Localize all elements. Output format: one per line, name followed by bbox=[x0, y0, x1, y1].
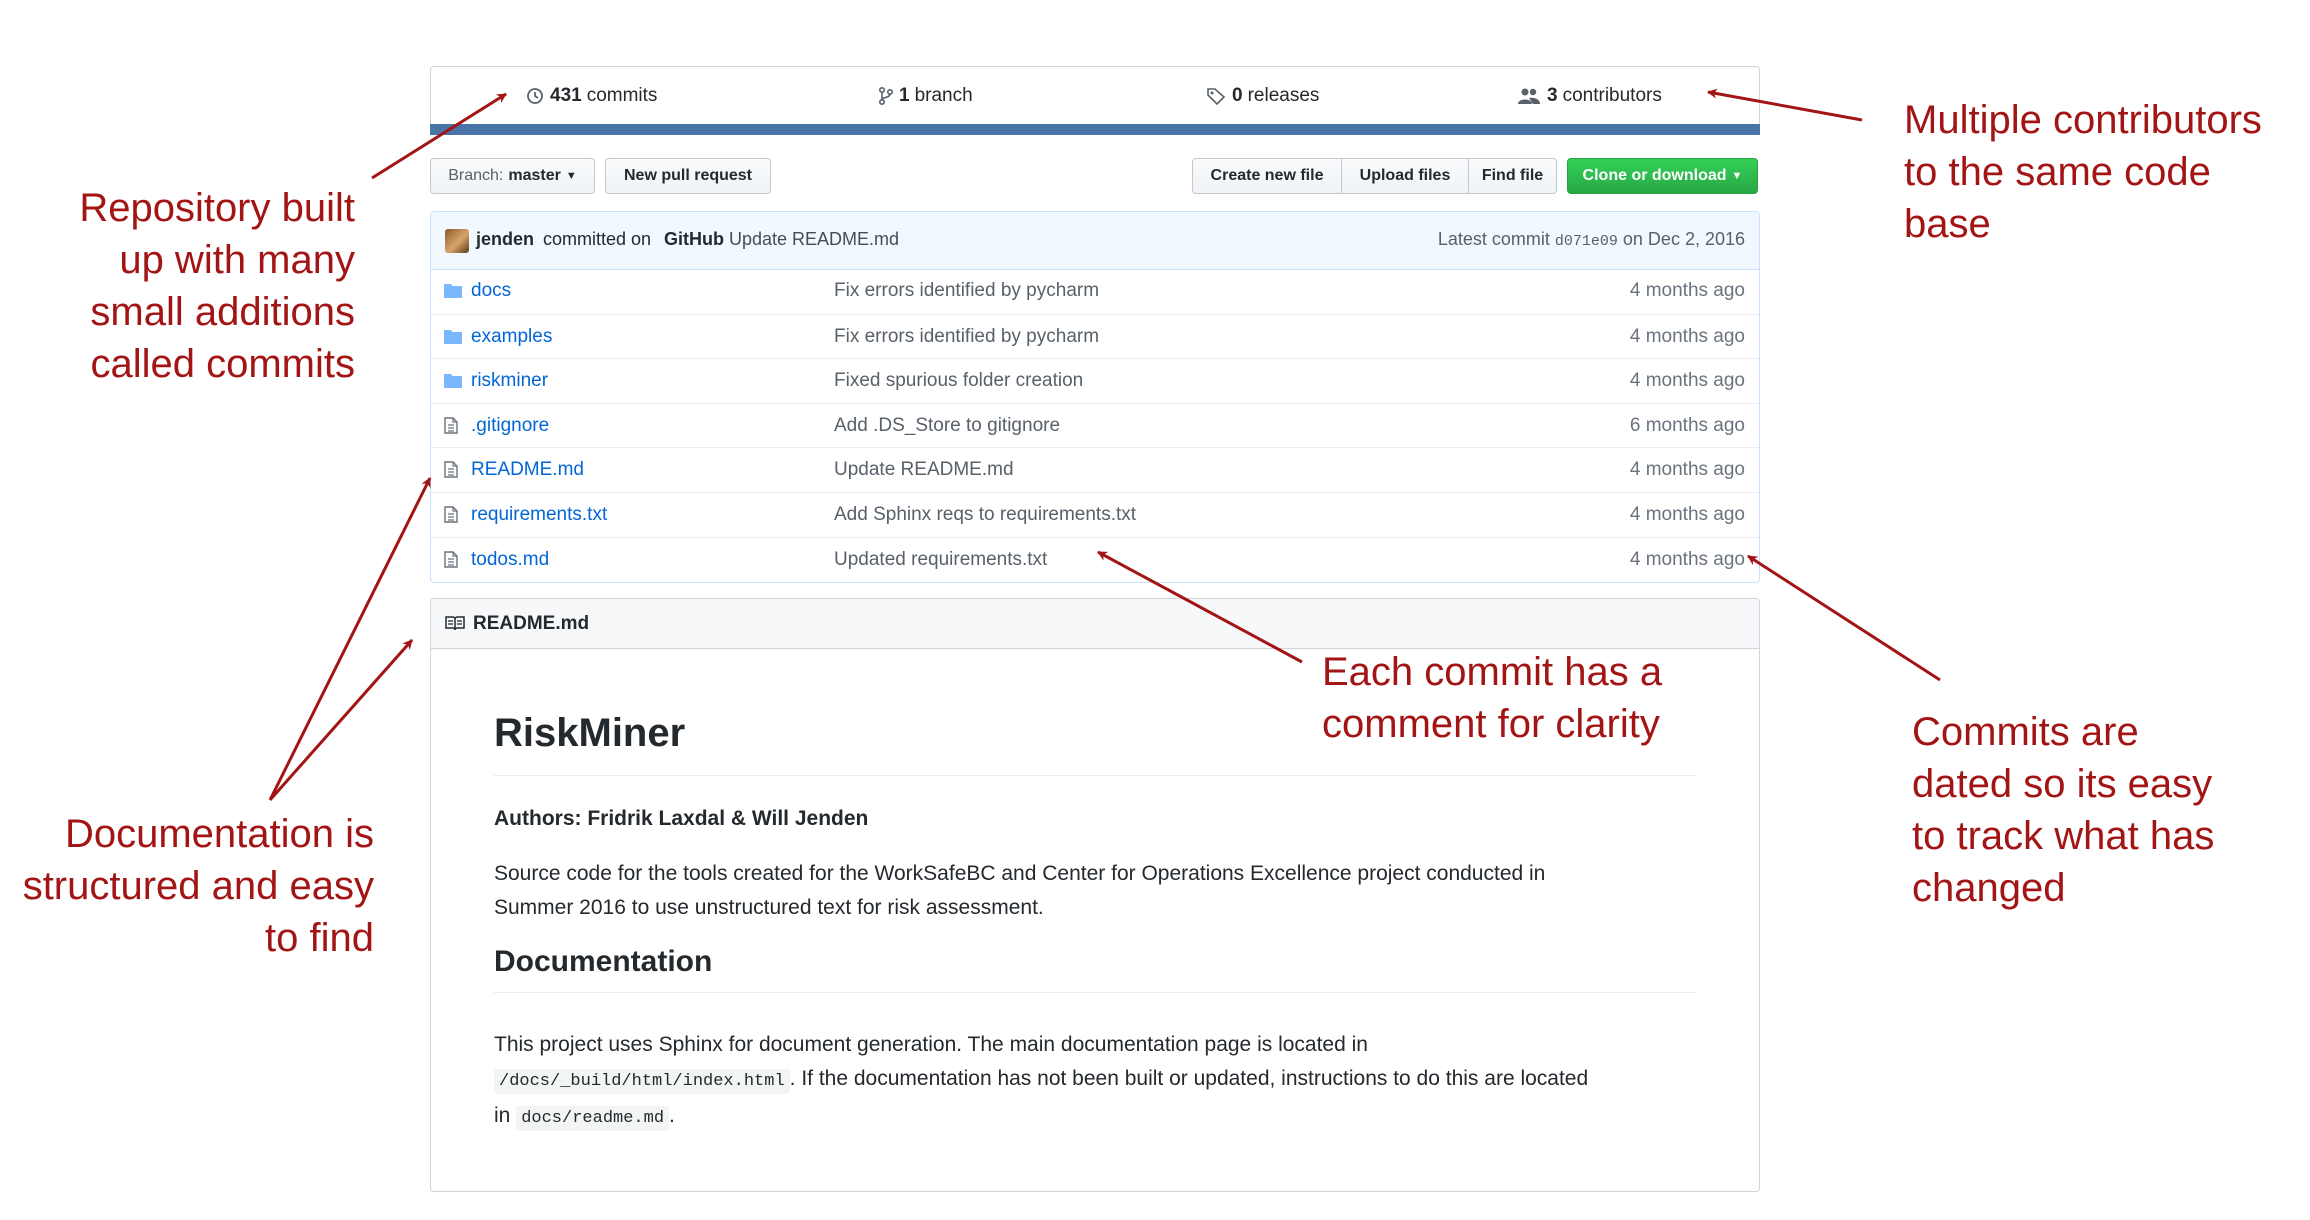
arrow-to-readme-file bbox=[268, 477, 432, 801]
arrow-to-commits bbox=[371, 92, 507, 180]
arrow-to-readme-panel bbox=[268, 639, 414, 801]
arrow-to-commit-message bbox=[1097, 550, 1303, 664]
arrow-to-commit-age bbox=[1747, 554, 1941, 682]
annotation-arrows bbox=[268, 88, 1941, 801]
arrow-to-contributors bbox=[1707, 88, 1863, 122]
